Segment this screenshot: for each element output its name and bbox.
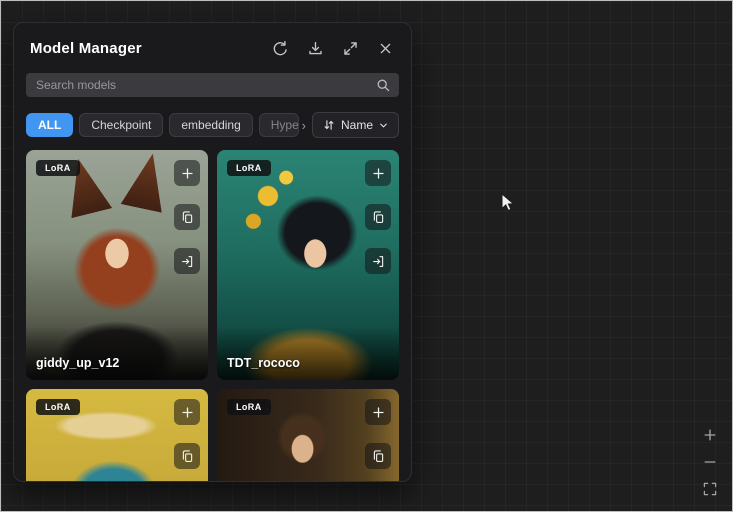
sort-arrows-icon [322, 118, 336, 132]
filters-scroll-more[interactable]: › [302, 118, 306, 133]
expand-icon [342, 40, 359, 57]
model-type-badge: LoRA [227, 160, 271, 176]
filter-chip-checkpoint[interactable]: Checkpoint [79, 113, 163, 137]
copy-model-button[interactable] [365, 443, 391, 469]
filter-chip-hypernetwork[interactable]: Hype [259, 113, 299, 137]
panel-header: Model Manager [14, 23, 411, 62]
model-name: TDT_rococo [227, 356, 300, 370]
add-model-button[interactable] [365, 160, 391, 186]
plus-icon [702, 427, 718, 443]
model-type-badge: LoRA [36, 160, 80, 176]
plus-icon [371, 405, 386, 420]
download-icon [307, 40, 324, 57]
model-name: giddy_up_v12 [36, 356, 119, 370]
fox-ear-shape [121, 150, 174, 213]
copy-model-button[interactable] [365, 204, 391, 230]
copy-model-button[interactable] [174, 204, 200, 230]
model-card[interactable]: LoRA giddy_up_v12 [26, 150, 208, 380]
refresh-icon [272, 40, 289, 57]
plus-icon [180, 166, 195, 181]
load-model-button[interactable] [174, 248, 200, 274]
model-type-badge: LoRA [227, 399, 271, 415]
load-icon [180, 254, 195, 269]
panel-title: Model Manager [30, 40, 259, 57]
plus-icon [371, 166, 386, 181]
plus-icon [180, 405, 195, 420]
sort-dropdown[interactable]: Name [312, 112, 399, 138]
fit-view-button[interactable] [698, 477, 722, 501]
add-model-button[interactable] [365, 399, 391, 425]
card-actions [174, 160, 200, 274]
search-bar [26, 73, 399, 97]
copy-icon [180, 210, 195, 225]
refresh-button[interactable] [266, 36, 294, 60]
app-screen: Model Manager [0, 0, 733, 512]
model-type-badge: LoRA [36, 399, 80, 415]
load-model-button[interactable] [365, 248, 391, 274]
zoom-in-button[interactable] [698, 423, 722, 447]
expand-button[interactable] [336, 36, 364, 60]
model-manager-panel: Model Manager [13, 22, 412, 482]
copy-icon [371, 449, 386, 464]
card-actions [365, 399, 391, 469]
model-card[interactable]: LoRA [26, 389, 208, 481]
copy-icon [371, 210, 386, 225]
add-model-button[interactable] [174, 399, 200, 425]
copy-model-button[interactable] [174, 443, 200, 469]
close-icon [378, 41, 393, 56]
model-card-list[interactable]: LoRA giddy_up_v12 [14, 150, 411, 481]
load-icon [371, 254, 386, 269]
filter-row: ALL Checkpoint embedding Hype › Name [26, 112, 399, 138]
card-actions [365, 160, 391, 274]
filter-chip-embedding[interactable]: embedding [169, 113, 252, 137]
minus-icon [702, 454, 718, 470]
copy-icon [180, 449, 195, 464]
card-actions [174, 399, 200, 469]
chevron-down-icon [378, 120, 389, 131]
search-icon[interactable] [375, 77, 391, 93]
model-name-overlay: TDT_rococo [217, 326, 399, 380]
zoom-out-button[interactable] [698, 450, 722, 474]
search-input[interactable] [26, 73, 399, 97]
download-button[interactable] [301, 36, 329, 60]
filter-chips: ALL Checkpoint embedding Hype › [26, 113, 306, 137]
sort-label: Name [341, 118, 373, 132]
cards-grid: LoRA giddy_up_v12 [26, 150, 399, 481]
fit-view-icon [702, 481, 718, 497]
model-name-overlay: giddy_up_v12 [26, 326, 208, 380]
model-card[interactable]: LoRA [217, 389, 399, 481]
add-model-button[interactable] [174, 160, 200, 186]
filter-chip-all[interactable]: ALL [26, 113, 73, 137]
model-card[interactable]: LoRA TDT_rococo [217, 150, 399, 380]
canvas-toolbar [698, 423, 722, 501]
close-button[interactable] [371, 36, 399, 60]
